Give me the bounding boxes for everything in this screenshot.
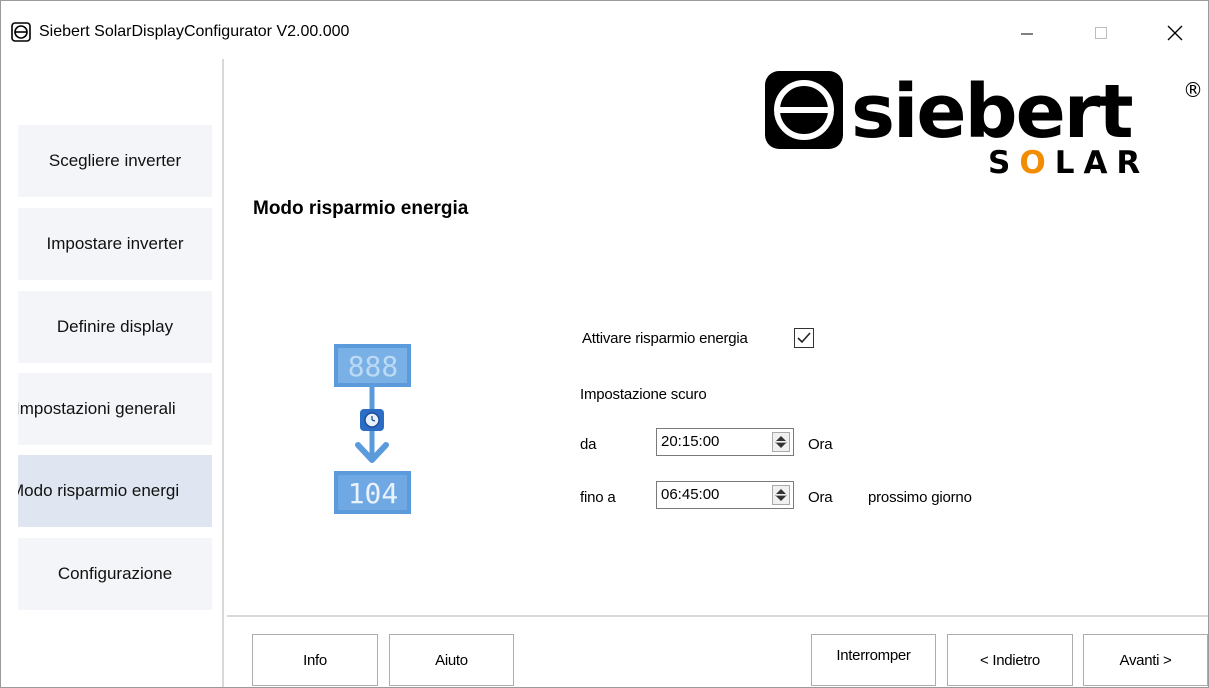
- minimize-button[interactable]: [1004, 15, 1050, 51]
- close-button[interactable]: [1152, 15, 1198, 51]
- sidebar-item-configurazione[interactable]: Configurazione: [18, 538, 212, 610]
- app-icon: [11, 22, 31, 42]
- maximize-button[interactable]: [1078, 15, 1124, 51]
- page-title: Modo risparmio energia: [253, 198, 469, 219]
- sidebar-item-impostare-inverter[interactable]: Impostare inverter: [18, 208, 212, 280]
- spin-down-icon: [776, 496, 786, 501]
- spin-down-icon: [776, 443, 786, 448]
- from-unit-label: Ora: [808, 436, 833, 453]
- app-window: Siebert SolarDisplayConfigurator V2.00.0…: [0, 0, 1209, 688]
- sidebar-item-scegliere-inverter[interactable]: Scegliere inverter: [18, 125, 212, 197]
- to-time-input[interactable]: 06:45:00: [656, 481, 794, 509]
- logo-sub-text: SOLAR: [988, 145, 1149, 181]
- to-time-value: 06:45:00: [661, 486, 720, 503]
- maximize-icon: [1095, 27, 1107, 39]
- sidebar-item-modo-risparmio-energia[interactable]: Modo risparmio energi: [18, 455, 212, 527]
- energy-saving-illustration: 888 104: [334, 344, 411, 514]
- clock-icon: [360, 409, 384, 431]
- abort-button[interactable]: Interromper: [811, 634, 936, 686]
- spin-up-icon: [776, 436, 786, 441]
- from-time-input[interactable]: 20:15:00: [656, 428, 794, 456]
- sidebar-item-definire-display[interactable]: Definire display: [18, 291, 212, 363]
- window-title: Siebert SolarDisplayConfigurator V2.00.0…: [39, 23, 350, 40]
- checkmark-icon: [797, 332, 811, 344]
- sidebar-item-label: Impostazioni generali: [18, 399, 176, 418]
- sidebar-item-impostazioni-generali[interactable]: Impostazioni generali: [18, 373, 212, 445]
- from-label: da: [580, 436, 597, 453]
- dark-setting-label: Impostazione scuro: [580, 386, 707, 403]
- bottom-display-digits: 104: [348, 477, 399, 510]
- enable-energy-saving-checkbox[interactable]: [794, 328, 814, 348]
- from-time-spinner[interactable]: [772, 432, 790, 452]
- sidebar-item-label: Impostare inverter: [46, 234, 184, 253]
- sidebar-item-label: Definire display: [56, 317, 174, 336]
- bottom-divider: [227, 615, 1208, 617]
- to-unit-label: Ora: [808, 489, 833, 506]
- top-display-digits: 888: [348, 350, 399, 383]
- next-button[interactable]: Avanti >: [1083, 634, 1208, 686]
- sidebar-item-label: Scegliere inverter: [48, 151, 182, 170]
- sidebar-item-label: Configurazione: [57, 564, 173, 583]
- help-button[interactable]: Aiuto: [389, 634, 514, 686]
- enable-energy-saving-label: Attivare risparmio energia: [582, 330, 748, 347]
- title-bar: Siebert SolarDisplayConfigurator V2.00.0…: [1, 1, 1208, 53]
- close-icon: [1167, 25, 1183, 41]
- minimize-icon: [1021, 33, 1033, 35]
- sidebar-divider: [222, 59, 224, 687]
- info-button[interactable]: Info: [252, 634, 378, 686]
- next-day-note: prossimo giorno: [868, 489, 972, 506]
- logo-registered-mark: ®: [1183, 78, 1203, 102]
- top-display: 888: [334, 344, 411, 387]
- to-time-spinner[interactable]: [772, 485, 790, 505]
- siebert-solar-logo: siebert ® SOLAR: [765, 69, 1203, 181]
- sidebar-item-label: Modo risparmio energi: [18, 481, 180, 500]
- to-label: fino a: [580, 489, 616, 506]
- back-button[interactable]: < Indietro: [947, 634, 1073, 686]
- spin-up-icon: [776, 489, 786, 494]
- bottom-display: 104: [334, 471, 411, 514]
- logo-brand-text: siebert: [851, 69, 1132, 155]
- from-time-value: 20:15:00: [661, 433, 720, 450]
